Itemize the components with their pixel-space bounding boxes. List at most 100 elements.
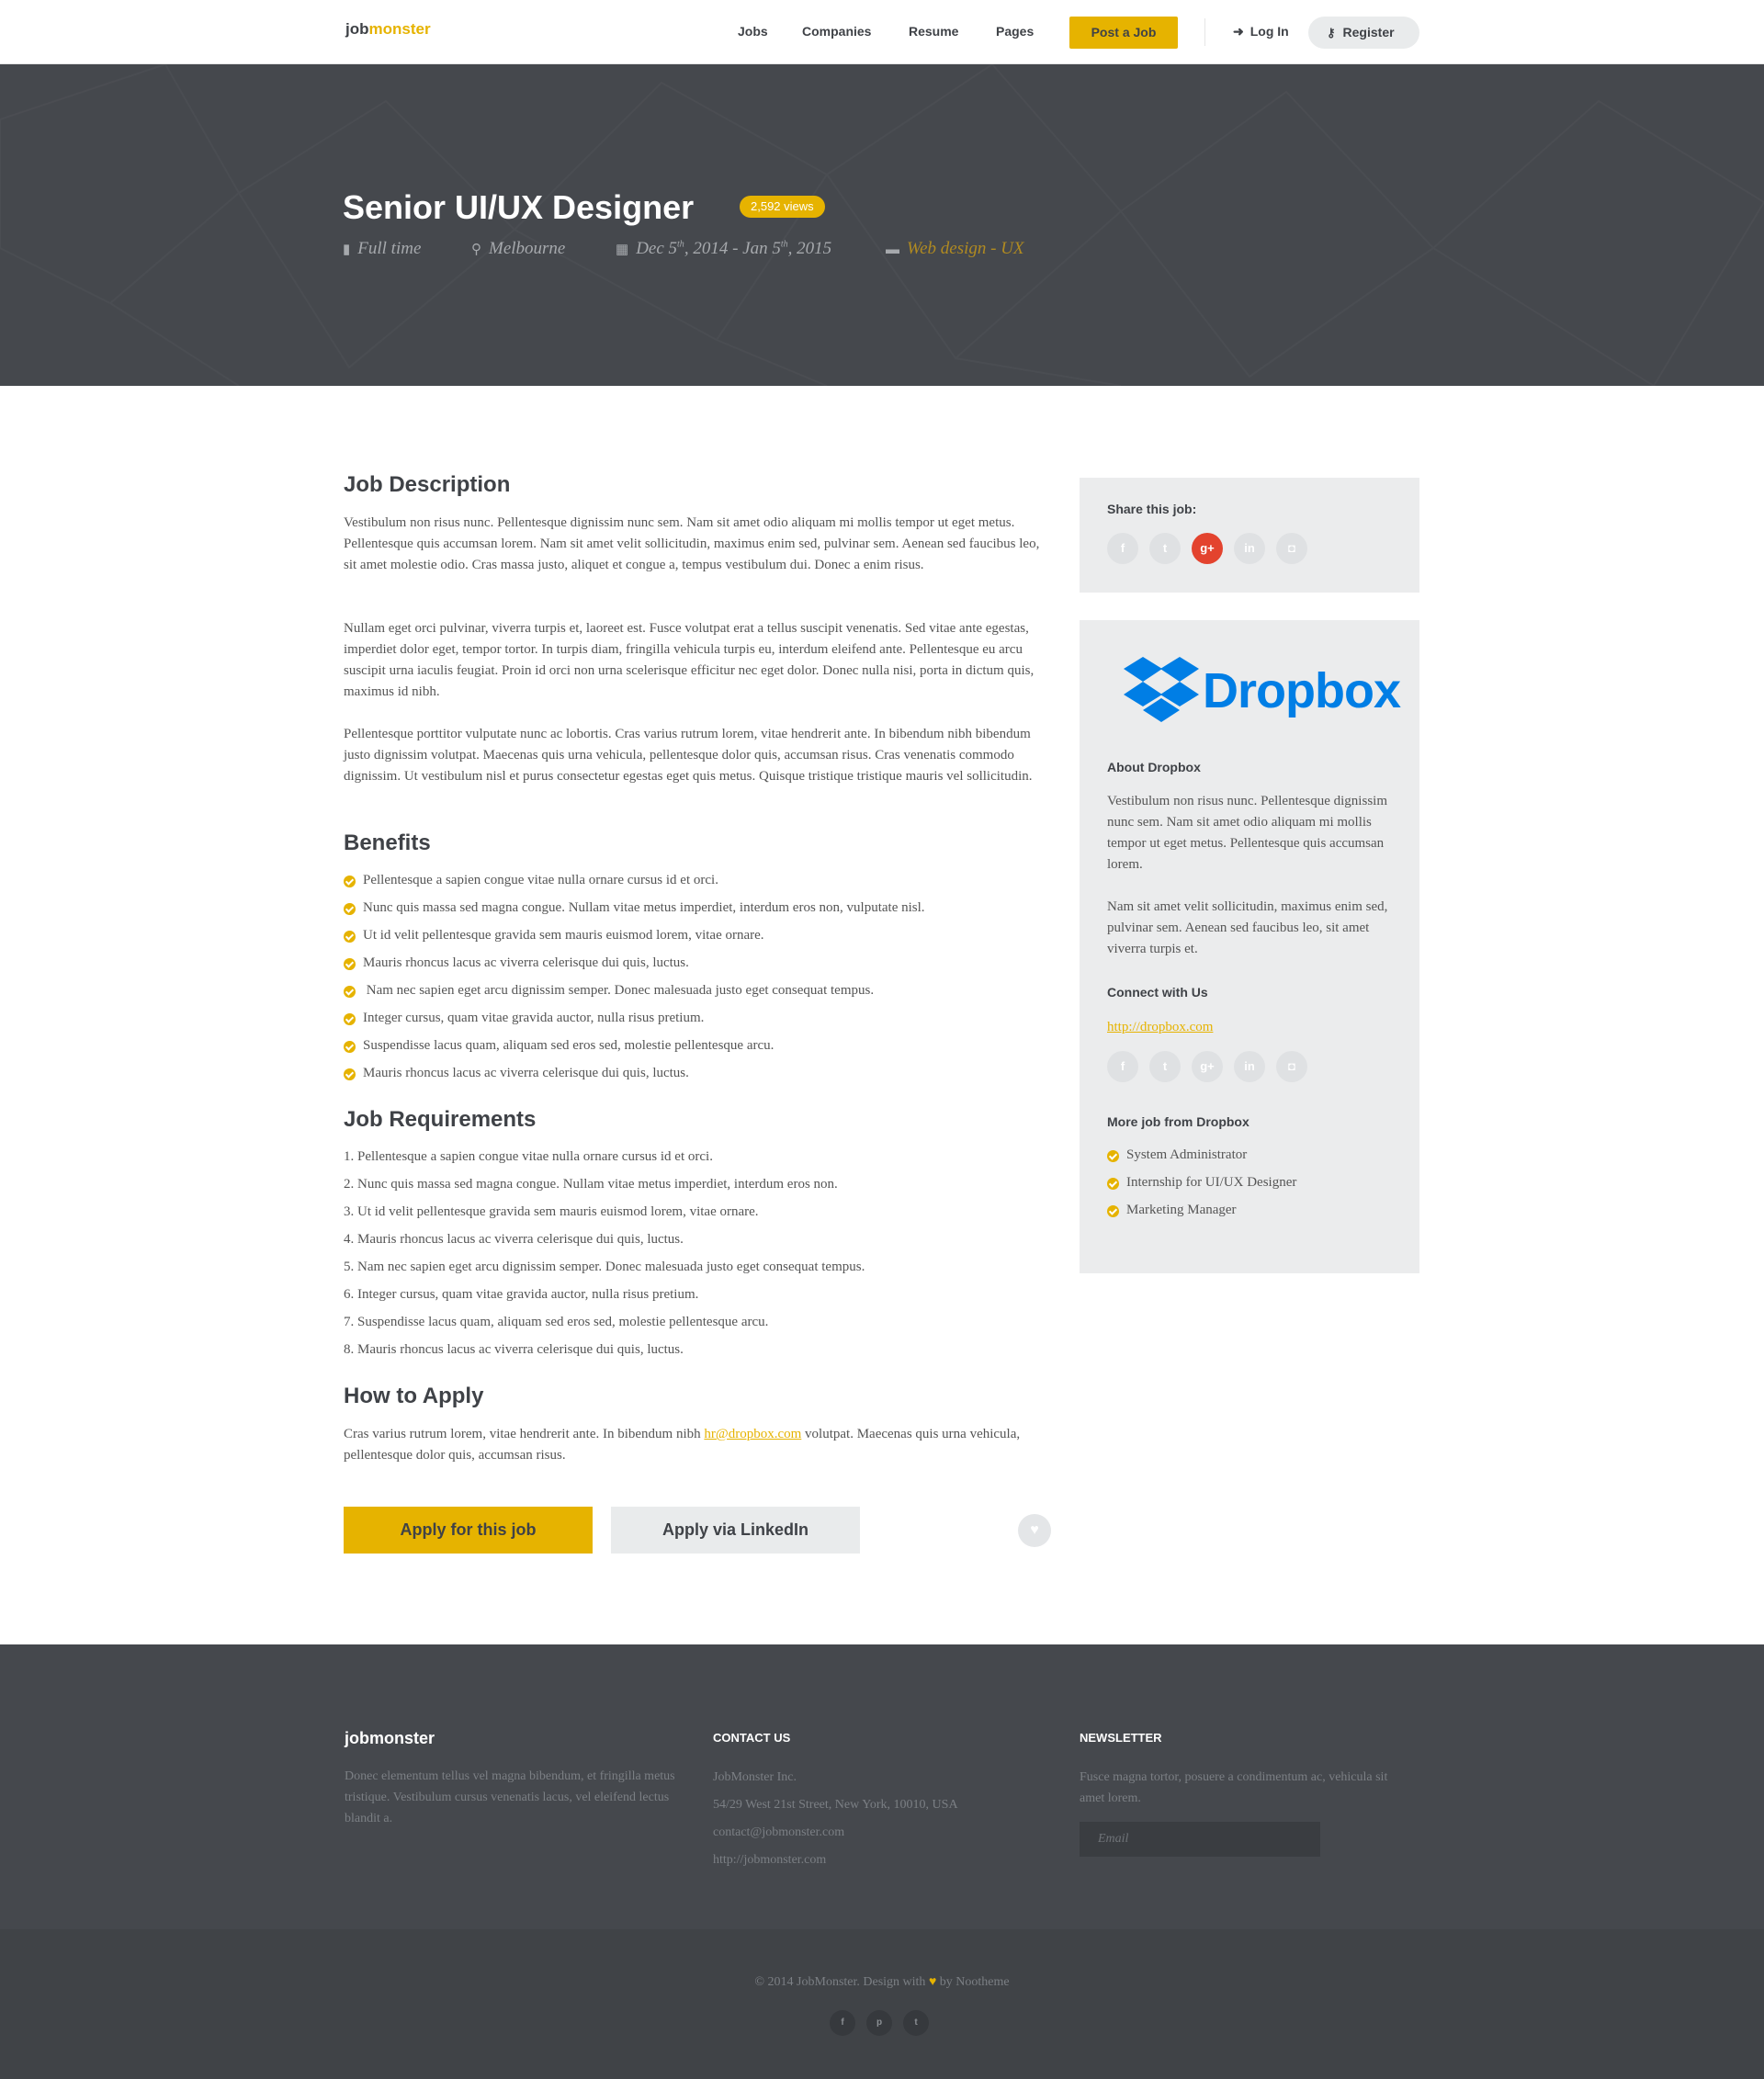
check-circle-icon <box>344 903 356 915</box>
check-circle-icon <box>344 876 356 887</box>
job-location-label: Melbourne <box>489 239 566 258</box>
hr-email-link[interactable]: hr@dropbox.com <box>704 1427 801 1441</box>
contact-company: JobMonster Inc. <box>713 1770 797 1784</box>
instagram-icon[interactable]: ◘ <box>1276 1051 1307 1082</box>
benefit-text: Ut id velit pellentesque gravida sem mau… <box>363 928 764 943</box>
copyright-bar: © 2014 JobMonster. Design with ♥ by Noot… <box>0 1929 1764 2079</box>
list-item: Mauris rhoncus lacus ac viverra celerisq… <box>344 955 925 983</box>
benefit-text: Integer cursus, quam vitae gravida aucto… <box>363 1011 705 1025</box>
job-date-range: ▦ Dec 5th, 2014 - Jan 5th, 2015 <box>616 239 831 259</box>
google-plus-icon[interactable]: g+ <box>1192 1051 1223 1082</box>
hero-pattern <box>0 64 1764 386</box>
linkedin-icon[interactable]: in <box>1234 1051 1265 1082</box>
pinterest-icon[interactable]: p <box>866 2010 892 2036</box>
heart-icon: ♥ <box>928 1975 937 1989</box>
footer: jobmonster Donec elementum tellus vel ma… <box>0 1644 1764 1929</box>
facebook-icon[interactable]: f <box>830 2010 855 2036</box>
nav-pages[interactable]: Pages <box>996 24 1034 39</box>
more-job-title: Internship for UI/UX Designer <box>1126 1175 1297 1190</box>
company-box: Dropbox About Dropbox Vestibulum non ris… <box>1080 620 1419 1273</box>
connect-heading: Connect with Us <box>1107 985 1208 1000</box>
apply-linkedin-button[interactable]: Apply via LinkedIn <box>611 1507 860 1554</box>
date-mid: , 2014 - Jan 5 <box>684 239 781 258</box>
company-name: Dropbox <box>1203 663 1401 718</box>
facebook-icon[interactable]: f <box>1107 533 1138 564</box>
footer-about: Donec elementum tellus vel magna bibendu… <box>345 1769 675 1825</box>
list-item: 5. Nam nec sapien eget arcu dignissim se… <box>344 1260 865 1274</box>
company-website-link[interactable]: http://dropbox.com <box>1107 1017 1394 1038</box>
check-circle-icon <box>344 1041 356 1053</box>
benefits-list: Pellentesque a sapien congue vitae nulla… <box>344 873 925 1093</box>
key-icon: ⚷ <box>1327 26 1336 40</box>
more-job-title: System Administrator <box>1126 1147 1248 1162</box>
check-circle-icon <box>344 958 356 970</box>
list-item: Mauris rhoncus lacus ac viverra celerisq… <box>344 1066 925 1093</box>
list-item[interactable]: Marketing Manager <box>1107 1203 1296 1230</box>
google-plus-icon[interactable]: g+ <box>1192 533 1223 564</box>
benefit-text: Pellentesque a sapien congue vitae nulla… <box>363 873 718 887</box>
copyright-text: © 2014 JobMonster. Design with ♥ by Noot… <box>0 1975 1764 1990</box>
benefit-text: Nunc quis massa sed magna congue. Nullam… <box>363 900 925 915</box>
dropbox-icon <box>1124 657 1199 722</box>
how-to-apply-heading: How to Apply <box>344 1384 484 1408</box>
more-job-title: Marketing Manager <box>1126 1203 1237 1217</box>
share-box: Share this job: f t g+ in ◘ <box>1080 478 1419 593</box>
list-item[interactable]: Internship for UI/UX Designer <box>1107 1175 1296 1203</box>
check-circle-icon <box>344 986 356 998</box>
list-item: 4. Mauris rhoncus lacus ac viverra celer… <box>344 1232 684 1247</box>
check-circle-icon <box>344 931 356 943</box>
list-item: Nunc quis massa sed magna congue. Nullam… <box>344 900 925 928</box>
list-item: Nam nec sapien eget arcu dignissim sempe… <box>344 983 925 1011</box>
nav-jobs[interactable]: Jobs <box>738 24 768 39</box>
post-job-button[interactable]: Post a Job <box>1069 17 1178 49</box>
copyright-end: by Nootheme <box>936 1975 1010 1989</box>
job-category[interactable]: ▬ Web design - UX <box>886 239 1024 259</box>
benefit-text: Nam nec sapien eget arcu dignissim sempe… <box>363 983 875 998</box>
newsletter-email-input[interactable] <box>1080 1822 1320 1857</box>
benefit-text: Mauris rhoncus lacus ac viverra celerisq… <box>363 1066 689 1080</box>
about-paragraph: Nam sit amet velit sollicitudin, maximus… <box>1107 899 1388 956</box>
contact-email[interactable]: contact@jobmonster.com <box>713 1822 844 1843</box>
login-link[interactable]: ➜ Log In <box>1233 24 1289 40</box>
footer-logo[interactable]: jobmonster <box>345 1729 435 1748</box>
instagram-icon[interactable]: ◘ <box>1276 533 1307 564</box>
list-item[interactable]: System Administrator <box>1107 1147 1296 1175</box>
description-heading: Job Description <box>344 472 511 497</box>
date-to-year: , 2015 <box>787 239 832 258</box>
benefits-heading: Benefits <box>344 830 431 855</box>
list-item: Ut id velit pellentesque gravida sem mau… <box>344 928 925 955</box>
register-button[interactable]: ⚷ Register <box>1308 17 1419 49</box>
nav-companies[interactable]: Companies <box>802 24 871 39</box>
twitter-icon[interactable]: t <box>1149 533 1181 564</box>
list-item: Integer cursus, quam vitae gravida aucto… <box>344 1011 925 1038</box>
job-category-label: Web design - UX <box>907 239 1024 258</box>
about-heading: About Dropbox <box>1107 760 1201 774</box>
nav-resume[interactable]: Resume <box>909 24 958 39</box>
newsletter-text: Fusce magna tortor, posuere a condimentu… <box>1080 1770 1388 1805</box>
contact-website[interactable]: http://jobmonster.com <box>713 1849 826 1870</box>
check-circle-icon <box>344 1068 356 1080</box>
heart-icon[interactable]: ♥ <box>1018 1514 1051 1547</box>
contact-address: 54/29 West 21st Street, New York, 10010,… <box>713 1798 958 1812</box>
twitter-icon[interactable]: t <box>1149 1051 1181 1082</box>
company-logo[interactable]: Dropbox <box>1124 657 1401 725</box>
views-badge: 2,592 views <box>740 196 825 218</box>
linkedin-icon[interactable]: in <box>1234 533 1265 564</box>
job-title: Senior UI/UX Designer <box>343 188 695 226</box>
description-paragraph: Vestibulum non risus nunc. Pellentesque … <box>344 515 1040 572</box>
apply-for-job-button[interactable]: Apply for this job <box>344 1507 593 1554</box>
facebook-icon[interactable]: f <box>1107 1051 1138 1082</box>
list-item: 2. Nunc quis massa sed magna congue. Nul… <box>344 1177 838 1192</box>
share-heading: Share this job: <box>1107 502 1197 516</box>
requirements-heading: Job Requirements <box>344 1107 537 1132</box>
date-from-suffix: th <box>677 239 684 250</box>
share-icons: f t g+ in ◘ <box>1107 533 1307 564</box>
register-label: Register <box>1342 25 1395 40</box>
login-icon: ➜ <box>1233 24 1244 39</box>
bookmark-icon: ▮ <box>343 243 351 257</box>
site-logo[interactable]: jobmonster <box>345 20 431 39</box>
twitter-icon[interactable]: t <box>903 2010 929 2036</box>
calendar-icon: ▦ <box>616 243 629 257</box>
more-jobs-list: System Administrator Internship for UI/U… <box>1107 1147 1296 1230</box>
job-hero-banner: Senior UI/UX Designer 2,592 views ▮ Full … <box>0 64 1764 386</box>
